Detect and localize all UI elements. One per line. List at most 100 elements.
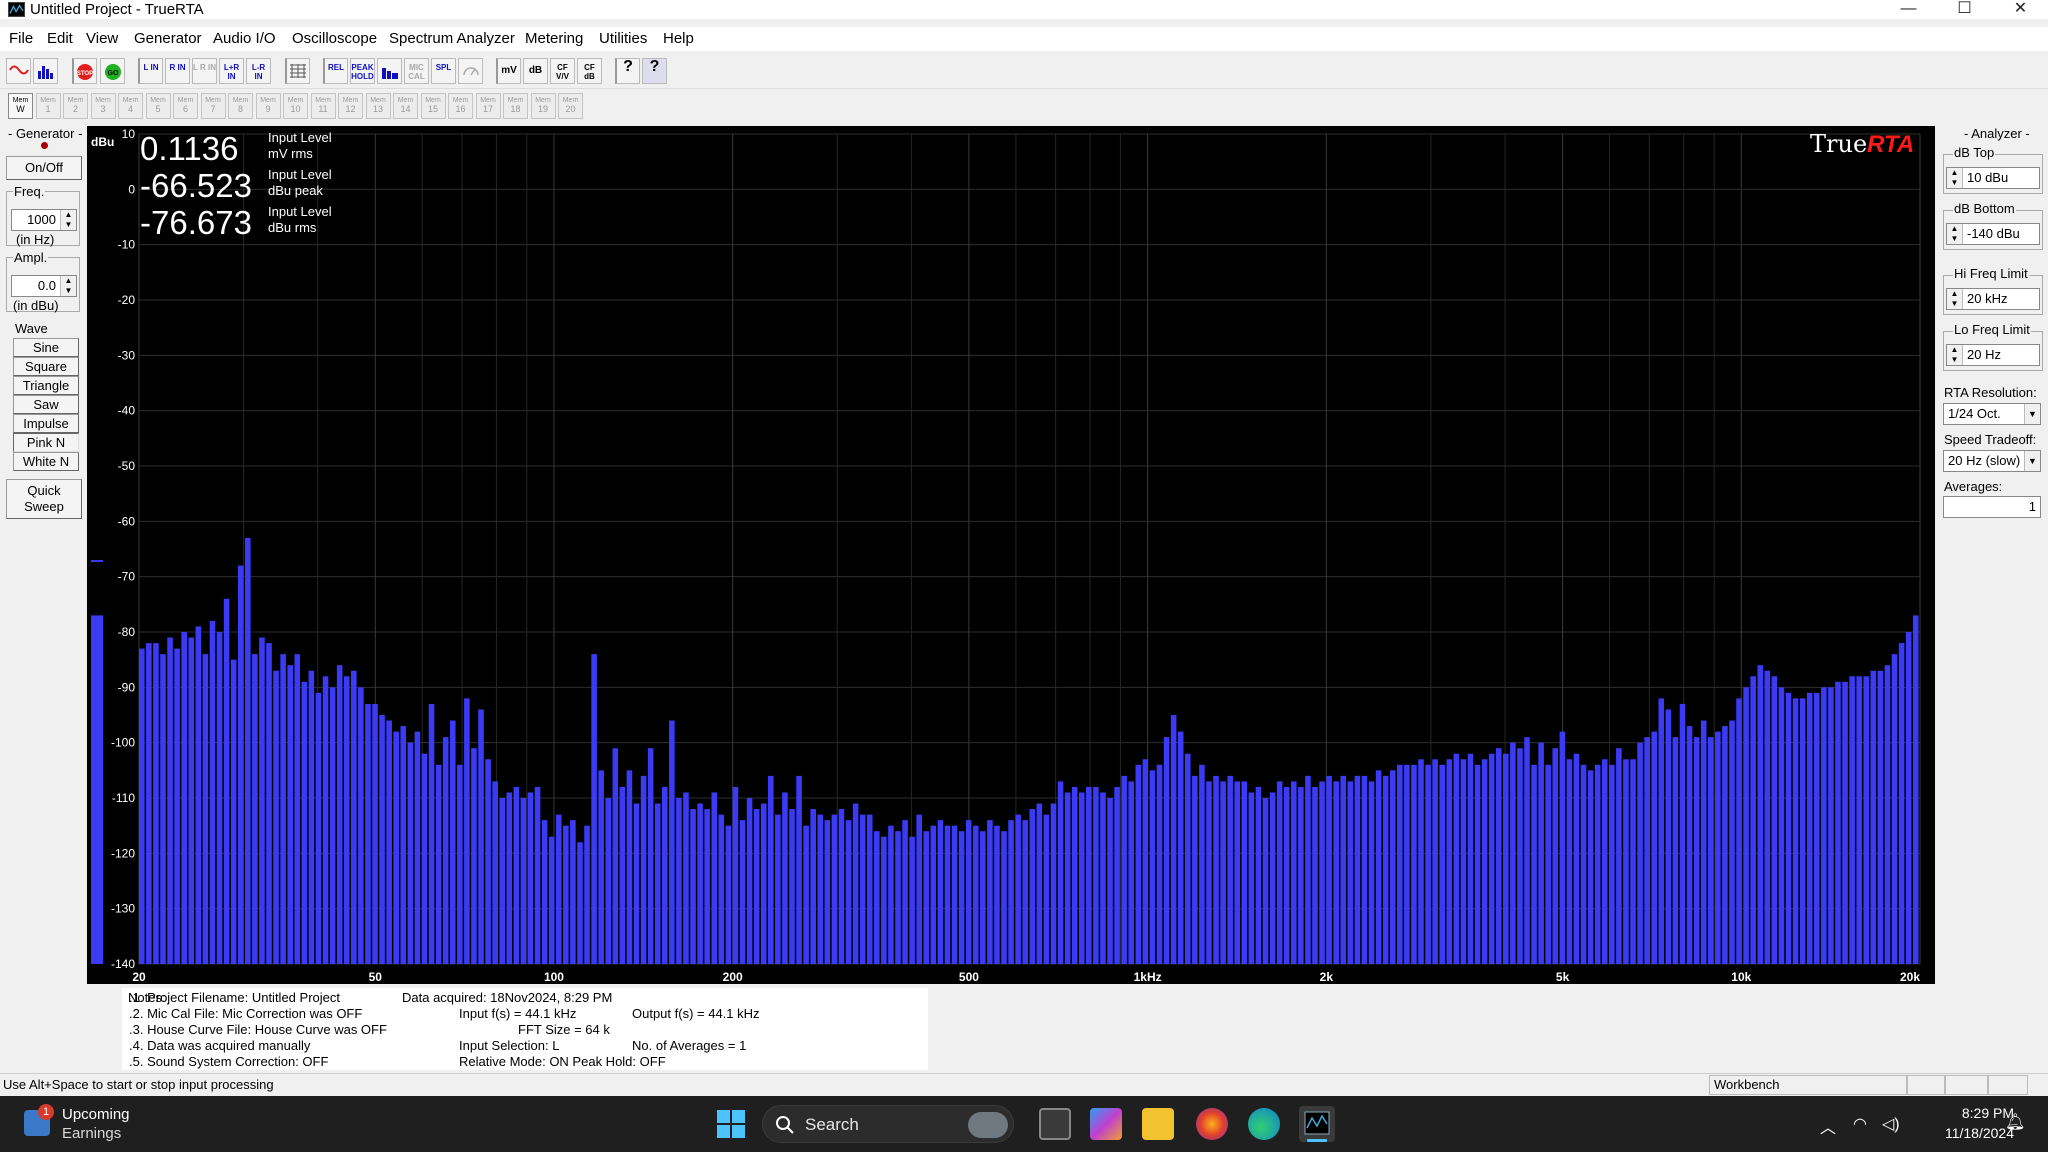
spectrum-bar <box>216 632 223 964</box>
db-bottom-spinner-arrows[interactable]: ▲ ▼ <box>1947 224 1963 244</box>
help-button[interactable]: ? <box>615 58 640 84</box>
memory-slot-7[interactable]: Mem 7 <box>200 93 226 119</box>
memory-slot-9[interactable]: Mem 9 <box>255 93 281 119</box>
hi-freq-spinner-arrows[interactable]: ▲ ▼ <box>1947 289 1963 309</box>
file-explorer-icon[interactable] <box>1142 1108 1174 1140</box>
cf-vv-button[interactable]: CF V/V <box>550 58 575 84</box>
memory-slot-10[interactable]: Mem 10 <box>283 93 308 119</box>
chevron-down-icon[interactable]: ▼ <box>2024 404 2040 424</box>
truerta-taskbar-icon[interactable] <box>1299 1106 1335 1142</box>
right-in-button[interactable]: R IN <box>165 58 190 84</box>
generator-sine-icon[interactable] <box>6 58 31 84</box>
menu-audio-io[interactable]: Audio I/O <box>213 30 276 47</box>
wave-sine-button[interactable]: Sine <box>13 338 79 357</box>
memory-slot-2[interactable]: Mem 2 <box>63 93 88 119</box>
volume-icon[interactable]: ◁) <box>1882 1114 1900 1134</box>
memory-slot-19[interactable]: Mem 19 <box>530 93 556 119</box>
start-button[interactable] <box>715 1108 747 1140</box>
memory-slot-11[interactable]: Mem 11 <box>310 93 336 119</box>
memory-slot-6[interactable]: Mem 6 <box>173 93 198 119</box>
menu-generator[interactable]: Generator <box>134 30 202 47</box>
averages-input[interactable]: 1 <box>1943 496 2041 518</box>
spectrum-bar <box>1722 726 1728 964</box>
spl-button[interactable]: SPL <box>431 58 456 84</box>
memory-slot-20[interactable]: Mem 20 <box>558 93 583 119</box>
chevron-down-icon[interactable]: ▼ <box>2024 451 2040 471</box>
x-tick-label: 5k <box>1556 970 1570 984</box>
go-button[interactable]: GO <box>100 58 125 84</box>
wave-square-button[interactable]: Square <box>13 357 79 376</box>
wave-pink-noise-button[interactable]: Pink N <box>13 433 79 452</box>
memory-slot-14[interactable]: Mem 14 <box>393 93 418 119</box>
rel-button[interactable]: REL <box>323 58 348 84</box>
chevron-up-icon[interactable]: ︿ <box>1820 1114 1836 1138</box>
memory-slot-4[interactable]: Mem 4 <box>118 93 143 119</box>
spectrum-plot[interactable]: 10 0 -10 -20 -30 -40 -50 -60 -70 -80 -90 -100 -110 -1… <box>87 126 1935 984</box>
mv-button[interactable]: mV <box>496 58 521 84</box>
memory-slot-16[interactable]: Mem 16 <box>448 93 473 119</box>
rta-view-icon[interactable] <box>33 58 58 84</box>
left-right-in-button[interactable]: L R IN <box>192 58 217 84</box>
copilot-icon[interactable] <box>1090 1108 1122 1140</box>
memory-slot-8[interactable]: Mem 8 <box>228 93 253 119</box>
l-minus-r-in-button[interactable]: L-R IN <box>246 58 271 84</box>
bars-button[interactable] <box>377 58 402 84</box>
wave-impulse-button[interactable]: Impulse <box>13 414 79 433</box>
menu-metering[interactable]: Metering <box>525 30 583 47</box>
menu-utilities[interactable]: Utilities <box>599 30 647 47</box>
left-in-button[interactable]: L IN <box>138 58 163 84</box>
firefox-icon[interactable] <box>1196 1108 1228 1140</box>
db-top-input[interactable]: ▲ ▼ 10 dBu <box>1946 167 2040 189</box>
menu-view[interactable]: View <box>86 30 118 47</box>
quick-sweep-button[interactable]: Quick Sweep <box>6 479 82 519</box>
ampl-input[interactable]: 0.0 ▲ ▼ <box>11 275 77 297</box>
context-help-button[interactable]: ? <box>642 58 667 84</box>
wave-saw-button[interactable]: Saw <box>13 395 79 414</box>
ampl-spinner-arrows[interactable]: ▲ ▼ <box>60 276 76 296</box>
memory-slot-12[interactable]: Mem 12 <box>338 93 363 119</box>
db-top-spinner-arrows[interactable]: ▲ ▼ <box>1947 168 1963 188</box>
rta-resolution-select[interactable]: 1/24 Oct. ▼ <box>1943 403 2041 425</box>
speed-tradeoff-select[interactable]: 20 Hz (slow) ▼ <box>1943 450 2041 472</box>
wifi-icon[interactable]: ◠ <box>1853 1114 1867 1134</box>
db-bottom-input[interactable]: ▲ ▼ -140 dBu <box>1946 223 2040 245</box>
spectrum-bar <box>1418 759 1424 964</box>
system-clock[interactable]: 8:29 PM 11/18/2024 <box>1910 1103 2014 1143</box>
stop-button[interactable]: STOP <box>72 58 97 84</box>
peak-hold-button[interactable]: PEAK HOLD <box>350 58 375 84</box>
task-view-icon[interactable] <box>1039 1108 1071 1140</box>
menu-help[interactable]: Help <box>663 30 694 47</box>
mic-cal-button[interactable]: MIC CAL <box>404 58 429 84</box>
lo-freq-input[interactable]: ▲ ▼ 20 Hz <box>1946 344 2040 366</box>
wave-white-noise-button[interactable]: White N <box>13 452 79 471</box>
menu-oscilloscope[interactable]: Oscilloscope <box>292 30 377 47</box>
maximize-button[interactable]: ☐ <box>1936 0 1993 19</box>
edge-icon[interactable] <box>1248 1108 1280 1140</box>
minimize-button[interactable]: — <box>1880 0 1937 19</box>
memory-slot-18[interactable]: Mem 18 <box>503 93 528 119</box>
memory-slot-15[interactable]: Mem 15 <box>420 93 446 119</box>
hi-freq-input[interactable]: ▲ ▼ 20 kHz <box>1946 288 2040 310</box>
memory-slot-17[interactable]: Mem 17 <box>475 93 501 119</box>
menu-edit[interactable]: Edit <box>47 30 73 47</box>
freq-spinner-arrows[interactable]: ▲ ▼ <box>60 210 76 230</box>
wave-triangle-button[interactable]: Triangle <box>13 376 79 395</box>
lo-freq-spinner-arrows[interactable]: ▲ ▼ <box>1947 345 1963 365</box>
close-button[interactable]: ✕ <box>1992 0 2048 19</box>
meter-icon[interactable] <box>458 58 483 84</box>
memory-slot-5[interactable]: Mem 5 <box>145 93 171 119</box>
db-button[interactable]: dB <box>523 58 548 84</box>
memory-slot-W[interactable]: Mem W <box>8 93 33 119</box>
menu-file[interactable]: File <box>9 30 33 47</box>
memory-slot-3[interactable]: Mem 3 <box>90 93 116 119</box>
notification-bell-icon[interactable]: 🔔︎ <box>2005 1112 2025 1132</box>
taskbar-search[interactable]: Search <box>762 1105 1014 1143</box>
generator-onoff-button[interactable]: On/Off <box>6 156 82 180</box>
cf-db-button[interactable]: CF dB <box>577 58 602 84</box>
l-plus-r-in-button[interactable]: L+R IN <box>219 58 244 84</box>
menu-spectrum-analyzer[interactable]: Spectrum Analyzer <box>389 30 515 47</box>
memory-slot-13[interactable]: Mem 13 <box>365 93 391 119</box>
freq-input[interactable]: 1000 ▲ ▼ <box>11 209 77 231</box>
memory-slot-1[interactable]: Mem 1 <box>35 93 61 119</box>
grid-icon[interactable] <box>285 58 310 84</box>
